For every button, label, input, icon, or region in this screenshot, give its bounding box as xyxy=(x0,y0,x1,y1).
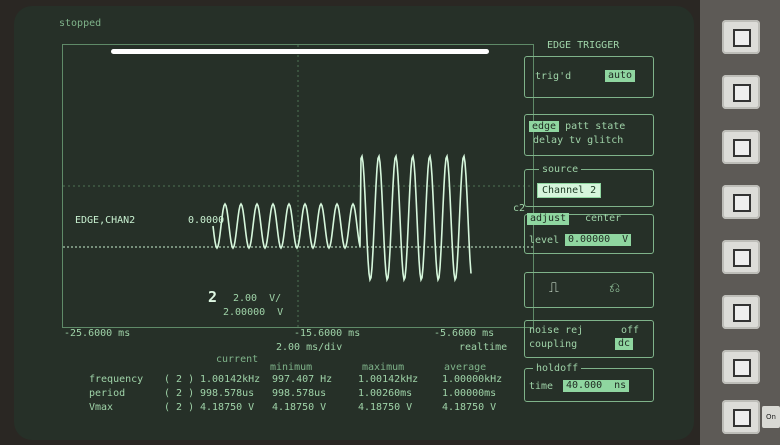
waveform-svg xyxy=(63,45,533,327)
softkey-column: On xyxy=(700,0,780,445)
meas-minimum: 997.407 Hz xyxy=(272,374,333,385)
holdoff-time-field[interactable]: 40.000 ns xyxy=(563,380,630,392)
trigd-label: trig'd xyxy=(535,71,572,82)
noise-rej-label: noise rej xyxy=(529,325,584,336)
adjust-label: adjust xyxy=(527,213,570,225)
softkey-5[interactable] xyxy=(722,240,760,274)
softkey-7[interactable] xyxy=(722,350,760,384)
acquisition-mode: realtime xyxy=(459,342,508,353)
softkey-8[interactable] xyxy=(722,400,760,434)
record-bar xyxy=(111,49,489,54)
meas-name: period xyxy=(89,388,126,399)
noise-rej-value[interactable]: off xyxy=(621,325,639,337)
volts-per-div: 2.00 V/ xyxy=(233,293,282,304)
source-select[interactable]: Channel 2 xyxy=(537,183,602,198)
meas-header-maximum: maximum xyxy=(362,362,405,373)
coupling-value[interactable]: dc xyxy=(615,338,634,350)
center-button[interactable]: center xyxy=(585,213,621,225)
level-label: level xyxy=(529,235,560,246)
x-axis-right: -5.6000 ms xyxy=(434,328,495,339)
x-axis-left: -25.6000 ms xyxy=(64,328,131,339)
meas-name: frequency xyxy=(89,374,144,385)
trigger-value: 0.0000 xyxy=(188,215,225,226)
meas-name: Vmax xyxy=(89,402,114,413)
meas-channel: ( 2 ) xyxy=(164,388,195,399)
scope-screen: stopped EDGE,CHAN2 0.0000 c2 2 2.00 V/ 2… xyxy=(14,6,694,440)
falling-edge-icon[interactable]: ⎌ xyxy=(609,281,620,295)
meas-header-minimum: minimum xyxy=(270,362,313,373)
time-per-div: 2.00 ms/div xyxy=(276,342,343,353)
meas-maximum: 1.00142kHz xyxy=(358,374,419,385)
auto-mode-button[interactable]: auto xyxy=(605,70,636,82)
softkey-6[interactable] xyxy=(722,295,760,329)
softkey-2[interactable] xyxy=(722,75,760,109)
level-panel[interactable]: adjust center level 0.00000 V xyxy=(524,213,654,254)
more-modes[interactable]: delay tv glitch xyxy=(533,135,623,147)
softkey-1[interactable] xyxy=(722,20,760,54)
meas-minimum: 4.18750 V xyxy=(272,402,327,413)
menu-title: EDGE TRIGGER xyxy=(547,40,620,51)
meas-channel: ( 2 ) xyxy=(164,374,195,385)
slope-panel[interactable]: ⎍ ⎌ xyxy=(524,272,654,308)
x-axis-center: -15.6000 ms xyxy=(294,328,361,339)
meas-header-current: current xyxy=(216,354,259,365)
trigger-status-panel[interactable]: trig'd auto xyxy=(524,56,654,98)
trigger-mode-panel[interactable]: edge patt state delay tv glitch xyxy=(524,114,654,156)
channel2-waveform xyxy=(212,153,472,283)
status-text: stopped xyxy=(59,18,102,29)
softkey-3[interactable] xyxy=(722,130,760,164)
holdoff-time-label: time xyxy=(529,381,554,392)
softkey-4[interactable] xyxy=(722,185,760,219)
waveform-grid: EDGE,CHAN2 0.0000 c2 2 2.00 V/ 2.00000 V xyxy=(62,44,534,328)
coupling-label: coupling xyxy=(529,339,578,350)
level-value-field[interactable]: 0.00000 V xyxy=(565,234,632,246)
meas-maximum: 1.00260ms xyxy=(358,388,413,399)
meas-average: 1.00000kHz xyxy=(442,374,503,385)
noise-coupling-panel[interactable]: noise rej off coupling dc xyxy=(524,320,654,358)
meas-average: 1.00000ms xyxy=(442,388,497,399)
edge-mode-selected[interactable]: edge xyxy=(529,121,560,132)
meas-current: 1.00142kHz xyxy=(200,374,261,385)
meas-header-average: average xyxy=(444,362,487,373)
meas-current: 4.18750 V xyxy=(200,402,255,413)
holdoff-panel[interactable]: holdoff time 40.000 ns xyxy=(524,363,654,402)
other-modes[interactable]: patt state xyxy=(559,121,625,132)
meas-average: 4.18750 V xyxy=(442,402,497,413)
source-panel[interactable]: source Channel 2 xyxy=(524,164,654,207)
channel-offset: 2.00000 V xyxy=(223,307,284,318)
holdoff-label: holdoff xyxy=(533,363,582,375)
trigger-label: EDGE,CHAN2 xyxy=(75,215,136,226)
meas-minimum: 998.578us xyxy=(272,388,327,399)
source-label: source xyxy=(539,164,582,176)
meas-maximum: 4.18750 V xyxy=(358,402,413,413)
meas-current: 998.578us xyxy=(200,388,255,399)
power-button[interactable]: On xyxy=(762,406,780,428)
meas-channel: ( 2 ) xyxy=(164,402,195,413)
rising-edge-icon[interactable]: ⎍ xyxy=(549,281,559,295)
channel-number: 2 xyxy=(208,288,218,306)
